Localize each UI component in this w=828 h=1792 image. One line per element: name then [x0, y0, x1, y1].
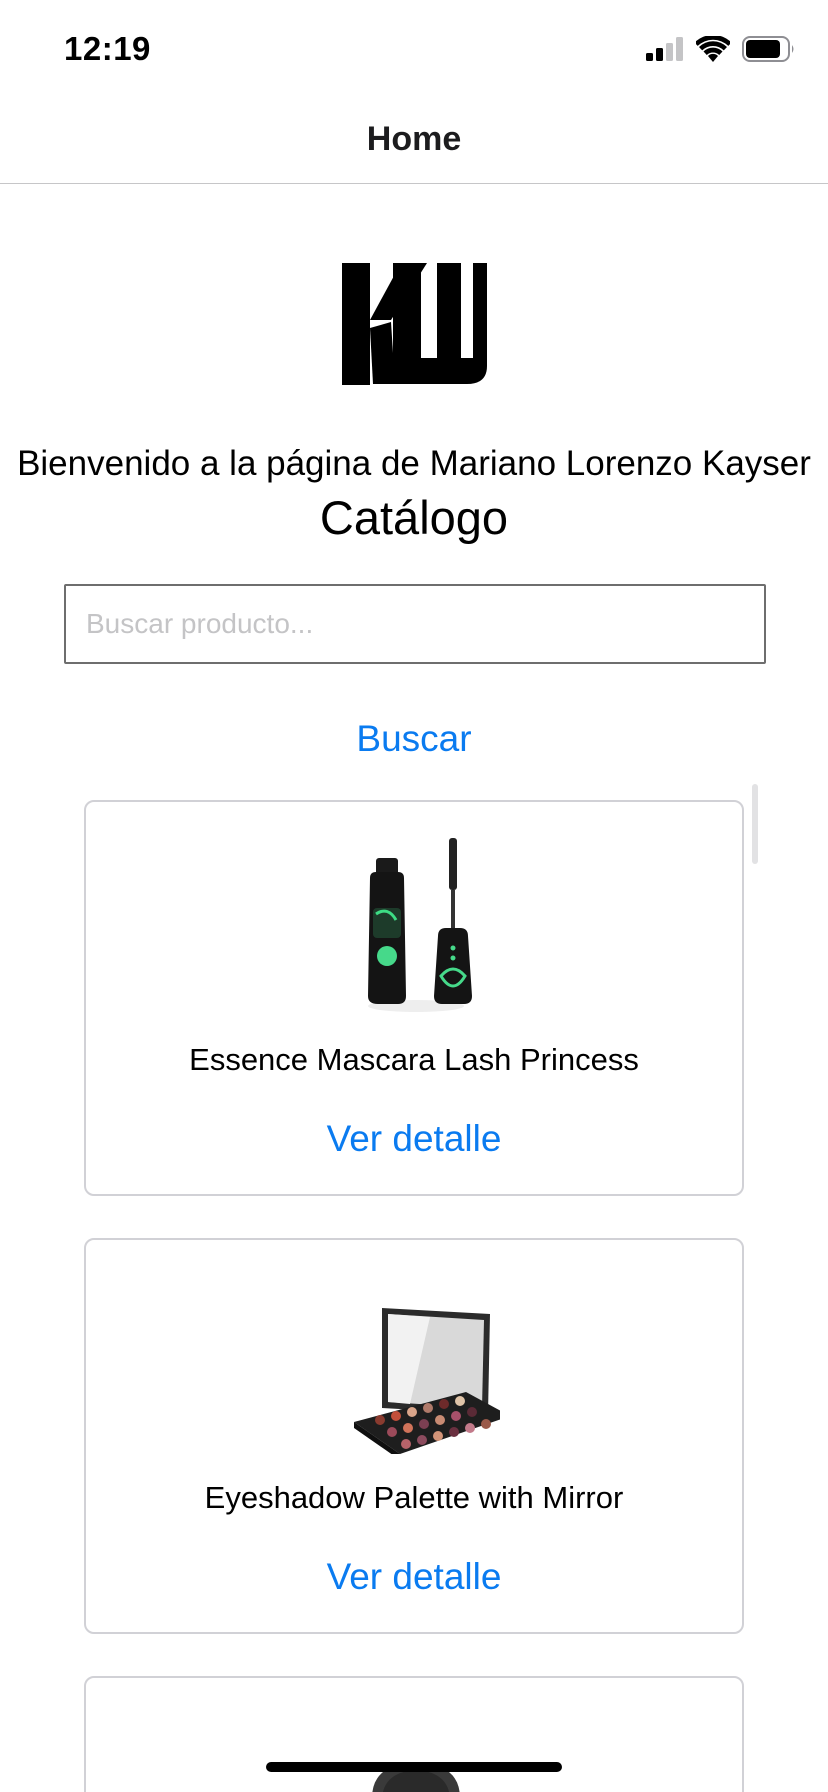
status-icons [646, 36, 796, 62]
eyeshadow-palette-image [354, 1308, 500, 1454]
cellular-signal-icon [646, 37, 683, 61]
wifi-icon [696, 36, 730, 62]
scroll-indicator[interactable] [752, 784, 758, 864]
product-card: Essence Mascara Lash Princess Ver detall… [84, 800, 744, 1196]
brand-logo [342, 263, 487, 385]
status-time: 12:19 [64, 30, 151, 67]
home-indicator [266, 1762, 562, 1772]
nav-title: Home [366, 120, 462, 158]
view-detail-link[interactable]: Ver detalle [86, 1118, 742, 1160]
catalog-title: Catálogo [319, 491, 509, 544]
view-detail-link[interactable]: Ver detalle [86, 1556, 742, 1598]
search-button[interactable]: Buscar [0, 718, 828, 760]
product-title: Essence Mascara Lash Princess [189, 1042, 639, 1077]
status-bar: 12:19 [0, 0, 828, 96]
product-title: Eyeshadow Palette with Mirror [204, 1480, 624, 1515]
navigation-bar: Home [0, 96, 828, 184]
welcome-text: Bienvenido a la página de Mariano Lorenz… [17, 444, 811, 483]
search-input[interactable] [64, 584, 766, 664]
mascara-product-image [368, 838, 472, 1012]
product-card: Eyeshadow Palette with Mirror Ver detall… [84, 1238, 744, 1634]
product-card [84, 1676, 744, 1792]
battery-icon [742, 36, 794, 62]
